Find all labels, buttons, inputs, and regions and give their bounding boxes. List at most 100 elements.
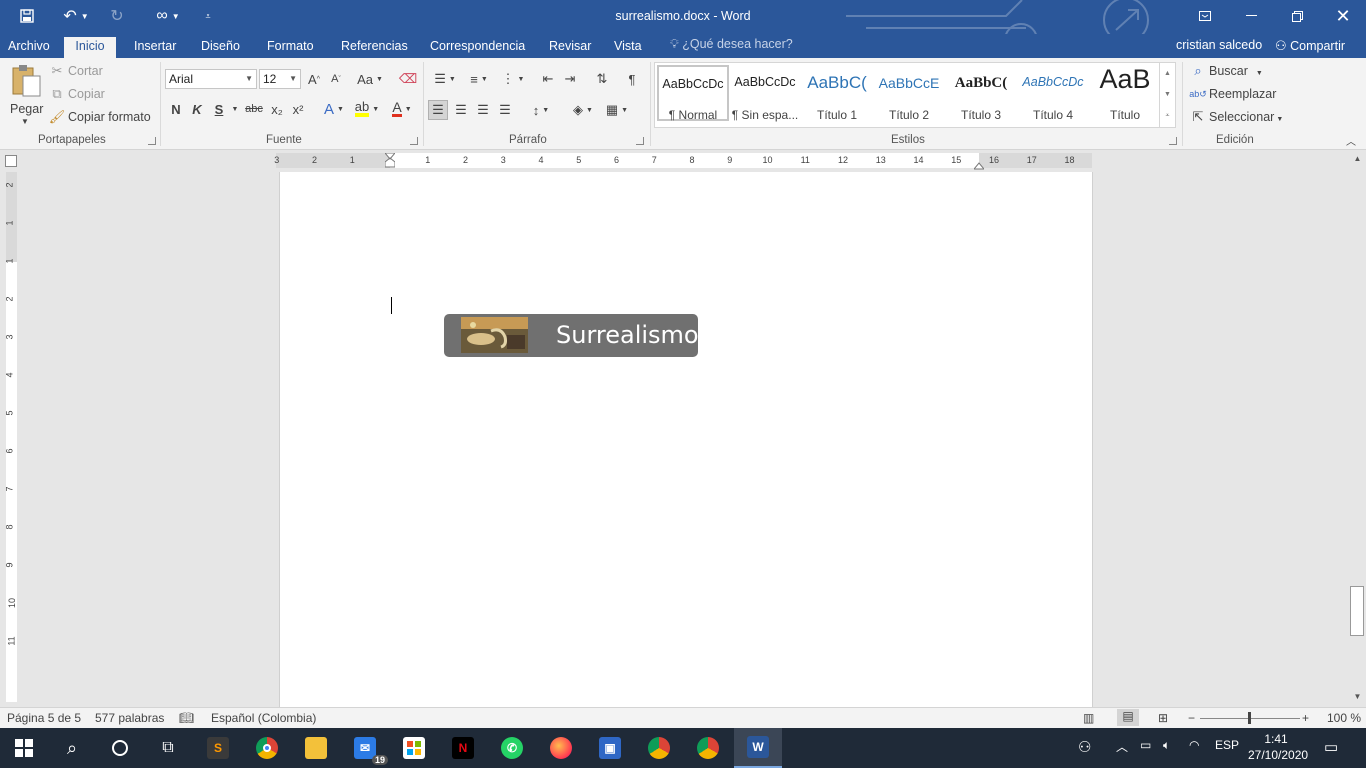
line-spacing-icon[interactable]: ↕ ▼ xyxy=(526,100,556,120)
clipboard-launcher-icon[interactable] xyxy=(148,137,156,145)
copy-button[interactable]: Copiar xyxy=(68,87,105,101)
collapse-ribbon-icon[interactable]: ︿ xyxy=(1344,134,1358,148)
styles-scroll[interactable]: ▲ ▼ ⩡ xyxy=(1159,63,1175,127)
page-count[interactable]: Página 5 de 5 xyxy=(7,711,81,725)
more-styles-icon[interactable]: ⩡ xyxy=(1160,105,1175,126)
word-taskbar-icon[interactable]: W xyxy=(734,728,782,768)
style-heading-4[interactable]: AaBbCcDc Título 4 xyxy=(1017,65,1089,122)
superscript-button[interactable]: x² xyxy=(290,100,306,118)
word-count[interactable]: 577 palabras xyxy=(95,711,164,725)
numbering-icon[interactable]: ≡ ▼ xyxy=(464,70,494,88)
indent-marker-icon[interactable] xyxy=(383,152,397,168)
zoom-out-icon[interactable]: − xyxy=(1188,711,1195,725)
style-heading-2[interactable]: AaBbCcE Título 2 xyxy=(873,65,945,122)
zoom-in-icon[interactable]: + xyxy=(1302,711,1309,725)
task-view-icon[interactable]: ⧉ xyxy=(144,728,192,768)
font-family-select[interactable]: Arial ▼ xyxy=(165,69,257,89)
ribbon-display-icon[interactable] xyxy=(1182,0,1228,32)
style-heading-3[interactable]: AaBbC( Título 3 xyxy=(945,65,1017,122)
align-left-icon[interactable]: ☰ xyxy=(428,100,448,120)
surrealismo-banner[interactable]: Surrealismo xyxy=(444,314,699,357)
style-no-spacing[interactable]: AaBbCcDc ¶ Sin espa... xyxy=(729,65,801,122)
chevron-down-icon[interactable]: ▼ xyxy=(1160,84,1175,105)
zoom-level[interactable]: 100 % xyxy=(1327,711,1361,725)
proofing-icon[interactable]: 📖︎ xyxy=(179,711,194,725)
subscript-button[interactable]: x₂ xyxy=(269,100,285,118)
tab-diseno[interactable]: Diseño xyxy=(201,37,240,58)
firefox-icon[interactable] xyxy=(537,728,585,768)
chevron-up-icon[interactable]: ▲ xyxy=(1160,63,1175,84)
minimize-icon[interactable] xyxy=(1228,0,1274,32)
style-normal[interactable]: AaBbCcDc ¶ Normal xyxy=(657,65,729,122)
select-button[interactable]: Seleccionar ▼ xyxy=(1209,110,1283,124)
file-explorer-icon[interactable] xyxy=(292,728,340,768)
tab-insertar[interactable]: Insertar xyxy=(134,37,176,58)
vertical-scrollbar[interactable]: ▲ ▼ xyxy=(1349,152,1366,704)
chevron-up-icon[interactable]: ︿ xyxy=(1116,738,1128,755)
show-marks-icon[interactable]: ¶ xyxy=(622,70,642,88)
clear-formatting-icon[interactable]: ⌫ xyxy=(399,70,417,88)
chrome-icon[interactable] xyxy=(243,728,291,768)
replace-button[interactable]: Reemplazar xyxy=(1209,87,1276,101)
multilevel-list-icon[interactable]: ⋮ ▼ xyxy=(498,70,528,88)
find-button[interactable]: Buscar ▼ xyxy=(1209,64,1263,78)
chrome-profile-icon[interactable] xyxy=(635,728,683,768)
battery-icon[interactable]: ▭ xyxy=(1140,738,1151,752)
language-status[interactable]: Español (Colombia) xyxy=(211,711,316,725)
horizontal-ruler[interactable]: 3 2 1 1 2 3 4 5 6 7 8 9 10 11 12 13 14 15 16 17 18 xyxy=(274,152,1092,170)
right-indent-marker-icon[interactable] xyxy=(972,159,986,170)
search-icon[interactable]: ⌕ xyxy=(48,728,96,768)
font-launcher-icon[interactable] xyxy=(410,137,418,145)
italic-button[interactable]: K xyxy=(190,100,204,118)
bold-button[interactable]: N xyxy=(169,100,183,118)
borders-icon[interactable]: ▦ ▼ xyxy=(602,100,632,120)
font-color-icon[interactable]: A ▼ xyxy=(388,100,416,118)
tab-archivo[interactable]: Archivo xyxy=(8,37,50,58)
share-button[interactable]: ⚇ Compartir xyxy=(1275,38,1345,54)
tab-vista[interactable]: Vista xyxy=(614,37,642,58)
windows-start-icon[interactable] xyxy=(0,728,48,768)
highlight-icon[interactable]: ab ▼ xyxy=(352,100,382,118)
web-layout-icon[interactable]: ⊞ xyxy=(1158,711,1168,725)
styles-launcher-icon[interactable] xyxy=(1169,137,1177,145)
shading-icon[interactable]: ◈ ▼ xyxy=(568,100,598,120)
sort-icon[interactable]: ⇅ xyxy=(592,70,612,88)
grow-font-icon[interactable]: A ^ xyxy=(306,70,322,88)
bullets-icon[interactable]: ☰ ▼ xyxy=(430,70,460,88)
close-icon[interactable]: ✕ xyxy=(1320,0,1366,32)
scroll-up-icon[interactable]: ▲ xyxy=(1349,152,1366,166)
netflix-icon[interactable]: N xyxy=(439,728,487,768)
text-effects-icon[interactable]: A ▼ xyxy=(320,100,348,118)
notifications-icon[interactable]: ▭ xyxy=(1324,738,1338,756)
store-icon[interactable] xyxy=(390,728,438,768)
print-layout-icon[interactable]: ▤ xyxy=(1117,709,1139,726)
read-mode-icon[interactable]: ▥ xyxy=(1083,711,1094,725)
scrollbar-thumb[interactable] xyxy=(1350,586,1364,636)
align-center-icon[interactable]: ☰ xyxy=(451,100,471,120)
tell-me-search[interactable]: 💡︎ ¿Qué desea hacer? xyxy=(670,37,793,52)
scroll-down-icon[interactable]: ▼ xyxy=(1349,690,1366,704)
decrease-indent-icon[interactable]: ⇤ xyxy=(538,70,558,88)
tab-correspondencia[interactable]: Correspondencia xyxy=(430,37,525,58)
tab-revisar[interactable]: Revisar xyxy=(549,37,591,58)
increase-indent-icon[interactable]: ⇥ xyxy=(560,70,580,88)
tab-formato[interactable]: Formato xyxy=(267,37,314,58)
format-painter-button[interactable]: Copiar formato xyxy=(68,110,151,124)
document-page[interactable]: Surrealismo xyxy=(279,172,1093,707)
change-case-button[interactable]: Aa ▼ xyxy=(356,70,384,88)
volume-icon[interactable]: 🔈︎ xyxy=(1163,738,1170,753)
clock[interactable]: 1:41 27/10/2020 xyxy=(1248,731,1308,763)
cortana-icon[interactable] xyxy=(96,728,144,768)
restore-icon[interactable] xyxy=(1274,0,1320,32)
align-right-icon[interactable]: ☰ xyxy=(473,100,493,120)
whatsapp-icon[interactable]: ✆ xyxy=(488,728,536,768)
style-heading-1[interactable]: AaBbC( Título 1 xyxy=(801,65,873,122)
mail-icon[interactable]: ✉ 19 xyxy=(341,728,389,768)
tab-inicio[interactable]: Inicio xyxy=(64,37,116,58)
tab-selector[interactable] xyxy=(5,155,17,167)
paste-button[interactable]: Pegar ▼ xyxy=(6,62,44,130)
wifi-icon[interactable]: ◠ xyxy=(1189,738,1199,752)
tab-referencias[interactable]: Referencias xyxy=(341,37,408,58)
underline-button[interactable]: S xyxy=(212,100,226,118)
font-size-select[interactable]: 12 ▼ xyxy=(259,69,301,89)
